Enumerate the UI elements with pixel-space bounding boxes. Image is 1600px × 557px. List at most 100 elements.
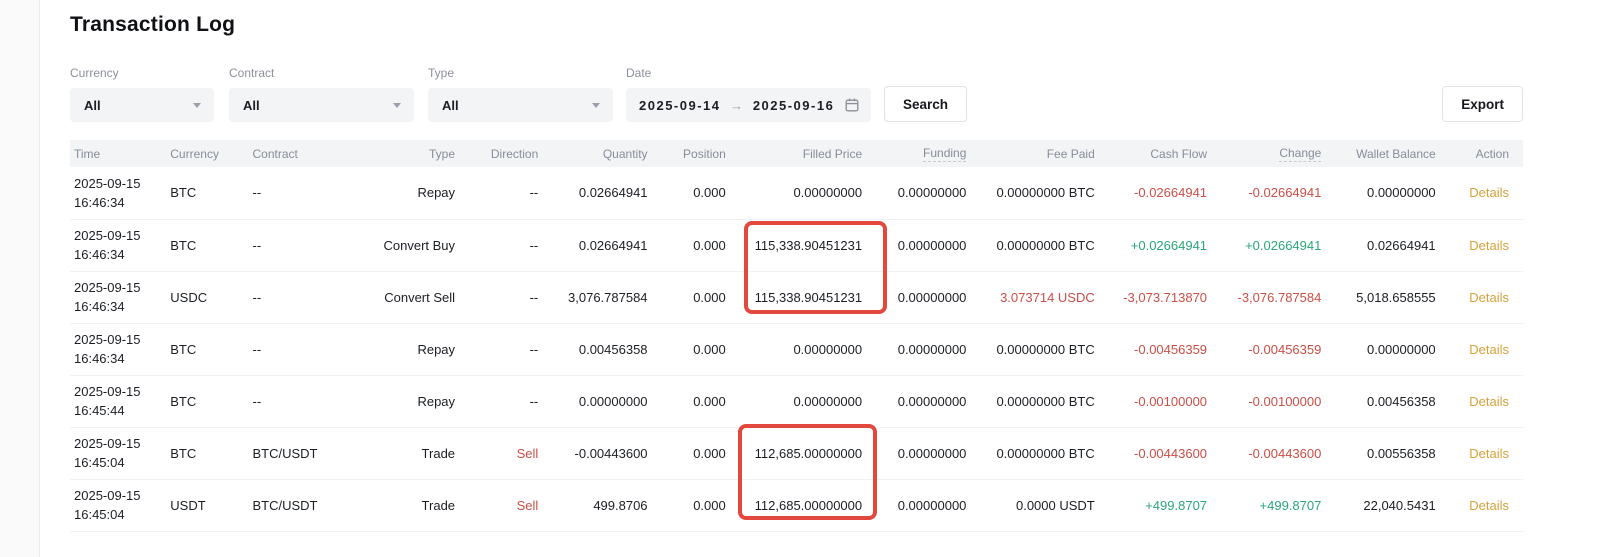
cell-filled_price: 112,685.00000000: [726, 479, 862, 531]
cell-funding: 0.00000000: [862, 323, 966, 375]
cell-time-line: 16:45:04: [74, 453, 170, 472]
cell-time: 2025-09-1516:45:04: [70, 427, 170, 479]
cell-currency: BTC: [170, 167, 252, 219]
cell-contract: --: [252, 219, 366, 271]
cell-direction: --: [455, 219, 538, 271]
cell-wallet_balance: 0.00556358: [1321, 427, 1435, 479]
cell-quantity: 0.00000000: [538, 375, 647, 427]
cell-type: Trade: [367, 427, 455, 479]
cell-funding: 0.00000000: [862, 271, 966, 323]
cell-date-line: 2025-09-15: [74, 330, 170, 349]
table-row: 2025-09-1516:46:34BTC--Convert Buy--0.02…: [70, 219, 1523, 271]
date-filter-label: Date: [626, 66, 871, 80]
date-to-value: 2025-09-16: [753, 98, 835, 113]
cell-position: 0.000: [648, 427, 726, 479]
date-filter: Date 2025-09-14 → 2025-09-16: [626, 66, 871, 122]
details-link[interactable]: Details: [1469, 498, 1509, 513]
contract-select-value: All: [243, 98, 260, 113]
column-header-quantity: Quantity: [538, 140, 647, 167]
cell-direction: --: [455, 375, 538, 427]
currency-filter-label: Currency: [70, 66, 214, 80]
cell-change: +499.8707: [1207, 479, 1321, 531]
cell-wallet_balance: 22,040.5431: [1321, 479, 1435, 531]
cell-type: Repay: [367, 375, 455, 427]
cell-date-line: 2025-09-15: [74, 226, 170, 245]
cell-action: Details: [1436, 375, 1523, 427]
cell-cash_flow: -0.00100000: [1095, 375, 1207, 427]
column-header-funding: Funding: [862, 140, 966, 167]
cell-time: 2025-09-1516:46:34: [70, 167, 170, 219]
cell-time: 2025-09-1516:45:44: [70, 375, 170, 427]
details-link[interactable]: Details: [1469, 290, 1509, 305]
cell-direction: Sell: [455, 479, 538, 531]
cell-quantity: 3,076.787584: [538, 271, 647, 323]
cell-filled_price: 115,338.90451231: [726, 219, 862, 271]
transaction-log-page: Transaction Log Currency All Contract Al…: [0, 0, 1600, 557]
details-link[interactable]: Details: [1469, 446, 1509, 461]
cell-filled_price: 0.00000000: [726, 323, 862, 375]
cell-filled_price: 115,338.90451231: [726, 271, 862, 323]
cell-fee_paid: 0.0000 USDT: [966, 479, 1094, 531]
currency-select[interactable]: All: [70, 88, 214, 122]
cell-cash_flow: -3,073.713870: [1095, 271, 1207, 323]
export-button[interactable]: Export: [1442, 86, 1523, 122]
chevron-down-icon: [393, 103, 401, 108]
cell-position: 0.000: [648, 271, 726, 323]
cell-date-line: 2025-09-15: [74, 278, 170, 297]
arrow-right-icon: →: [730, 98, 743, 113]
cell-fee_paid: 0.00000000 BTC: [966, 375, 1094, 427]
date-from-value: 2025-09-14: [639, 98, 721, 113]
type-select-value: All: [442, 98, 459, 113]
cell-funding: 0.00000000: [862, 427, 966, 479]
cell-change: -3,076.787584: [1207, 271, 1321, 323]
contract-select[interactable]: All: [229, 88, 414, 122]
column-header-currency: Currency: [170, 140, 252, 167]
cell-filled_price: 0.00000000: [726, 167, 862, 219]
contract-filter: Contract All: [229, 66, 414, 122]
cell-date-line: 2025-09-15: [74, 382, 170, 401]
currency-select-value: All: [84, 98, 101, 113]
cell-cash_flow: +499.8707: [1095, 479, 1207, 531]
column-header-direction: Direction: [455, 140, 538, 167]
column-header-change: Change: [1207, 140, 1321, 167]
cell-cash_flow: +0.02664941: [1095, 219, 1207, 271]
type-select[interactable]: All: [428, 88, 613, 122]
chevron-down-icon: [193, 103, 201, 108]
column-header-wallet_balance: Wallet Balance: [1321, 140, 1435, 167]
cell-change: -0.00456359: [1207, 323, 1321, 375]
cell-fee_paid: 0.00000000 BTC: [966, 167, 1094, 219]
currency-filter: Currency All: [70, 66, 214, 122]
details-link[interactable]: Details: [1469, 394, 1509, 409]
cell-position: 0.000: [648, 323, 726, 375]
details-link[interactable]: Details: [1469, 342, 1509, 357]
contract-filter-label: Contract: [229, 66, 414, 80]
table-row: 2025-09-1516:45:44BTC--Repay--0.00000000…: [70, 375, 1523, 427]
column-header-type: Type: [367, 140, 455, 167]
cell-direction: --: [455, 271, 538, 323]
cell-action: Details: [1436, 271, 1523, 323]
type-filter: Type All: [428, 66, 613, 122]
table-row: 2025-09-1516:46:34BTC--Repay--0.00456358…: [70, 323, 1523, 375]
cell-currency: USDC: [170, 271, 252, 323]
column-header-action: Action: [1436, 140, 1523, 167]
cell-currency: BTC: [170, 219, 252, 271]
cell-cash_flow: -0.00443600: [1095, 427, 1207, 479]
left-rail-divider: [0, 0, 40, 557]
chevron-down-icon: [592, 103, 600, 108]
cell-fee_paid: 0.00000000 BTC: [966, 323, 1094, 375]
cell-type: Repay: [367, 323, 455, 375]
details-link[interactable]: Details: [1469, 185, 1509, 200]
table-header-row: TimeCurrencyContractTypeDirectionQuantit…: [70, 140, 1523, 167]
cell-type: Trade: [367, 479, 455, 531]
date-range-input[interactable]: 2025-09-14 → 2025-09-16: [626, 88, 871, 122]
cell-time-line: 16:45:04: [74, 505, 170, 524]
cell-wallet_balance: 0.02664941: [1321, 219, 1435, 271]
cell-change: -0.00100000: [1207, 375, 1321, 427]
search-button[interactable]: Search: [884, 86, 967, 122]
cell-cash_flow: -0.02664941: [1095, 167, 1207, 219]
cell-cash_flow: -0.00456359: [1095, 323, 1207, 375]
cell-date-line: 2025-09-15: [74, 486, 170, 505]
details-link[interactable]: Details: [1469, 238, 1509, 253]
cell-time-line: 16:46:34: [74, 349, 170, 368]
cell-direction: --: [455, 323, 538, 375]
